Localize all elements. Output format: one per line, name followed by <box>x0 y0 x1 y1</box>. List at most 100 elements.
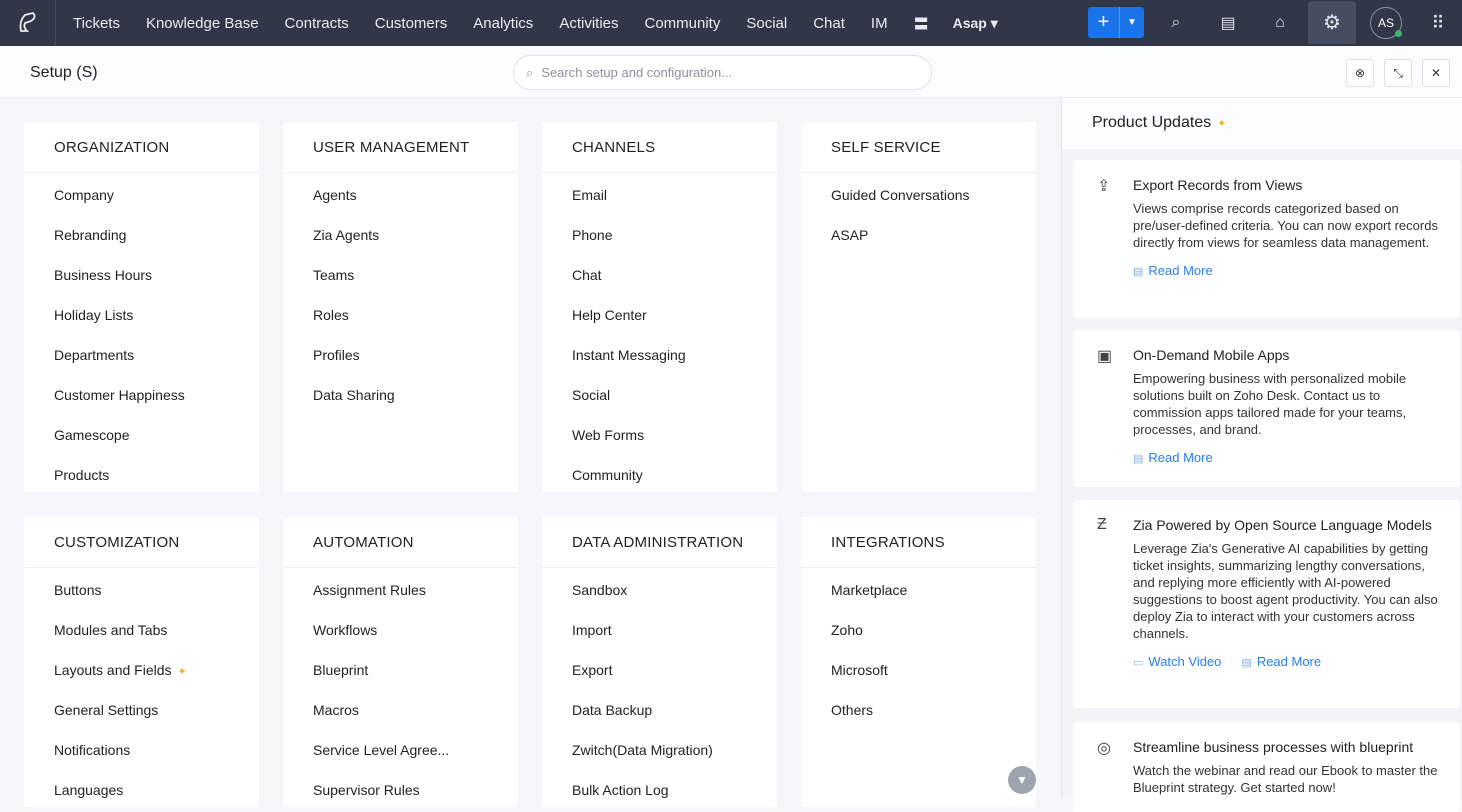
setup-link[interactable]: Zoho <box>801 611 1036 651</box>
setup-link[interactable]: Products <box>24 456 259 496</box>
setup-link[interactable]: Export <box>542 651 777 691</box>
search-icon[interactable]: ⌕ <box>1165 12 1187 34</box>
setup-section-card: ORGANIZATION Company Rebranding Business Ho… <box>24 122 259 492</box>
setup-link-label: Customer Happiness <box>54 387 185 403</box>
collapse-icon[interactable]: ⤡ <box>1384 59 1412 87</box>
setup-link-label: Microsoft <box>831 662 888 678</box>
blueprint-icon: ◎ <box>1097 740 1111 757</box>
setup-link[interactable]: Social <box>542 376 777 416</box>
setup-link[interactable]: Macros <box>283 691 518 731</box>
nav-tab-contracts[interactable]: Contracts <box>285 15 349 32</box>
nav-tab-community[interactable]: Community <box>645 15 721 32</box>
help-icon[interactable]: ⊗ <box>1346 59 1374 87</box>
setup-link[interactable]: Web Forms <box>542 416 777 456</box>
nav-tab-activities[interactable]: Activities <box>559 15 618 32</box>
setup-section-card: AUTOMATION Assignment Rules Workflows Bluep… <box>283 517 518 807</box>
setup-link[interactable]: Company <box>24 176 259 216</box>
setup-link[interactable]: Guided Conversations <box>801 176 1036 216</box>
setup-link[interactable]: Business Hours <box>24 256 259 296</box>
setup-section-card: CHANNELS Email Phone Chat Help Center Instant… <box>542 122 777 492</box>
setup-link[interactable]: Data Backup <box>542 691 777 731</box>
setup-link[interactable]: Community <box>542 456 777 496</box>
setup-link[interactable]: Marketplace <box>801 571 1036 611</box>
create-new-button[interactable]: + ▼ <box>1088 7 1144 38</box>
update-title: Zia Powered by Open Source Language Mode… <box>1133 517 1432 533</box>
read-more-link[interactable]: ▤ Read More <box>1133 263 1213 278</box>
setup-link[interactable]: Email <box>542 176 777 216</box>
setup-link[interactable]: General Settings <box>24 691 259 731</box>
avatar[interactable]: AS <box>1370 7 1402 39</box>
setup-link[interactable]: Modules and Tabs <box>24 611 259 651</box>
online-status-dot <box>1395 30 1402 37</box>
setup-link[interactable]: Holiday Lists <box>24 296 259 336</box>
setup-link[interactable]: Supervisor Rules <box>283 771 518 811</box>
watch-video-link[interactable]: ▭ Watch Video <box>1133 654 1221 669</box>
read-more-link[interactable]: ▤ Read More <box>1241 654 1321 669</box>
marketplace-icon[interactable]: ⌂ <box>1269 12 1291 34</box>
setup-link[interactable]: Roles <box>283 296 518 336</box>
more-menu-icon[interactable]: 〓 <box>914 13 929 34</box>
setup-link[interactable]: Chat <box>542 256 777 296</box>
link-label: Read More <box>1148 263 1213 278</box>
nav-tab-customers[interactable]: Customers <box>375 15 448 32</box>
setup-link[interactable]: Gamescope <box>24 416 259 456</box>
notes-icon[interactable]: ▤ <box>1217 12 1239 34</box>
setup-link[interactable]: Workflows <box>283 611 518 651</box>
setup-link[interactable]: Assignment Rules <box>283 571 518 611</box>
setup-link[interactable]: Data Sharing <box>283 376 518 416</box>
setup-link[interactable]: Blueprint <box>283 651 518 691</box>
setup-link[interactable]: Layouts and Fields ✦ <box>24 651 259 691</box>
nav-tab-im[interactable]: IM <box>871 15 888 32</box>
setup-link[interactable]: Profiles <box>283 336 518 376</box>
setup-link[interactable]: Teams <box>283 256 518 296</box>
setup-link-label: Company <box>54 187 114 203</box>
section-title: CUSTOMIZATION <box>24 517 259 568</box>
setup-link[interactable]: Customer Happiness <box>24 376 259 416</box>
setup-link-label: Supervisor Rules <box>313 782 420 798</box>
section-title: CHANNELS <box>542 122 777 173</box>
update-title: On-Demand Mobile Apps <box>1133 347 1290 363</box>
setup-link[interactable]: Phone <box>542 216 777 256</box>
setup-link[interactable]: Notifications <box>24 731 259 771</box>
nav-tab-tickets[interactable]: Tickets <box>73 15 120 32</box>
read-more-link[interactable]: ▤ Read More <box>1133 450 1213 465</box>
setup-link[interactable]: Bulk Action Log <box>542 771 777 811</box>
setup-header: Setup (S) ⌕ Search setup and configuratio… <box>0 46 1462 98</box>
close-icon[interactable]: ✕ <box>1422 59 1450 87</box>
setup-link[interactable]: Service Level Agree... <box>283 731 518 771</box>
nav-tab-chat[interactable]: Chat <box>813 15 845 32</box>
setup-link[interactable]: Microsoft <box>801 651 1036 691</box>
setup-link[interactable]: Import <box>542 611 777 651</box>
update-card: Ƶ Zia Powered by Open Source Language Mod… <box>1073 500 1460 708</box>
setup-link[interactable]: Languages <box>24 771 259 811</box>
setup-link[interactable]: Rebranding <box>24 216 259 256</box>
scroll-down-button[interactable]: ▼ <box>1008 766 1036 794</box>
setup-link-label: Community <box>572 467 643 483</box>
setup-link[interactable]: Others <box>801 691 1036 731</box>
setup-link-label: Agents <box>313 187 357 203</box>
setup-link[interactable]: Help Center <box>542 296 777 336</box>
setup-link[interactable]: Buttons <box>24 571 259 611</box>
app-logo-icon[interactable] <box>0 0 56 46</box>
nav-tab-knowledge-base[interactable]: Knowledge Base <box>146 15 259 32</box>
setup-link[interactable]: Sandbox <box>542 571 777 611</box>
setup-search-input[interactable]: ⌕ Search setup and configuration... <box>513 55 932 90</box>
setup-link[interactable]: Instant Messaging <box>542 336 777 376</box>
settings-gear-icon[interactable]: ⚙ <box>1308 1 1356 44</box>
page-title: Setup (S) <box>30 64 98 81</box>
top-navbar: Tickets Knowledge Base Contracts Customers A… <box>0 0 1462 46</box>
setup-link[interactable]: Agents <box>283 176 518 216</box>
setup-link[interactable]: Zia Agents <box>283 216 518 256</box>
setup-link-label: Guided Conversations <box>831 187 970 203</box>
workspace-dropdown[interactable]: Asap ▾ <box>953 15 998 32</box>
setup-link[interactable]: Departments <box>24 336 259 376</box>
nav-tab-analytics[interactable]: Analytics <box>473 15 533 32</box>
update-card: ◎ Streamline business processes with blue… <box>1073 722 1460 812</box>
apps-grid-icon[interactable]: ⠿ <box>1427 12 1449 34</box>
section-title: AUTOMATION <box>283 517 518 568</box>
chevron-down-icon[interactable]: ▼ <box>1119 7 1144 38</box>
setup-link[interactable]: Zwitch(Data Migration) <box>542 731 777 771</box>
nav-tab-social[interactable]: Social <box>746 15 787 32</box>
setup-link-label: Departments <box>54 347 135 363</box>
setup-link[interactable]: ASAP <box>801 216 1036 256</box>
